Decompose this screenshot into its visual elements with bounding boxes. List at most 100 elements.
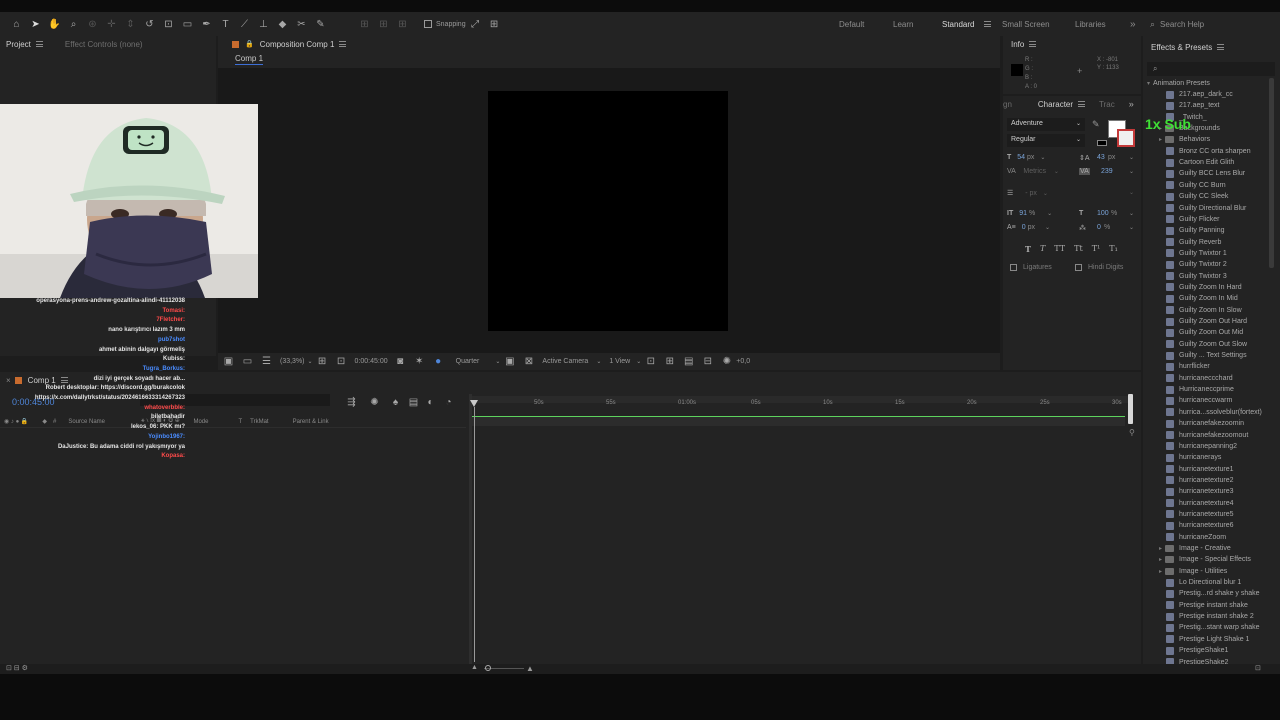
stroke-type-chevron-icon[interactable]: ⌄ (1129, 189, 1134, 196)
character-menu-icon[interactable] (1078, 101, 1086, 107)
effects-preset-item[interactable]: Guilty Twixtor 2 (1166, 259, 1227, 270)
info-menu-icon[interactable] (1029, 41, 1037, 47)
mask-visibility-icon[interactable]: ⊡ (335, 355, 348, 368)
pan-behind-tool-icon[interactable]: ⊡ (162, 18, 175, 31)
effects-menu-icon[interactable] (1217, 44, 1225, 50)
graph-editor-icon[interactable]: ◔ (442, 396, 455, 409)
workspace-small-screen[interactable]: Small Screen (1002, 12, 1050, 36)
zoom-in-icon[interactable]: ▲ (526, 664, 534, 673)
render-time-icons[interactable]: ⊡ ⊟ ⚙ (6, 664, 28, 672)
column-t[interactable]: T (238, 419, 242, 425)
effects-preset-item[interactable]: Guilty Directional Blur (1166, 203, 1246, 214)
effects-preset-item[interactable]: hurricanetexture1 (1166, 464, 1233, 475)
effects-preset-item[interactable]: hurricanetexture6 (1166, 520, 1233, 531)
vertical-scale-chevron-icon[interactable]: ⌄ (1047, 211, 1052, 217)
effects-folder[interactable]: ▸ Image - Special Effects (1159, 554, 1251, 565)
breadcrumb-comp[interactable]: Comp 1 (235, 54, 264, 65)
resolution-value[interactable]: Quarter (456, 358, 480, 365)
effects-preset-item[interactable]: hurricaneccchard (1166, 373, 1233, 384)
axis-local-icon[interactable]: ⊞ (358, 18, 371, 31)
new-item-icon[interactable]: ⊡ (1255, 664, 1261, 672)
layer-duration-bar[interactable] (472, 416, 1125, 426)
effects-preset-item[interactable]: 217.aep_text (1166, 100, 1219, 111)
type-tool-icon[interactable]: T (219, 18, 232, 31)
magnification-dropdown-icon[interactable]: ⌄ (308, 358, 313, 365)
superscript-button[interactable]: T¹ (1092, 244, 1101, 254)
timeline-toggle-icon[interactable]: ▤ (682, 355, 695, 368)
effects-preset-item[interactable]: Guilty Flicker (1166, 214, 1219, 225)
guides-icon[interactable]: ☰ (260, 355, 273, 368)
effects-preset-item[interactable]: Guilty Zoom Out Mid (1166, 327, 1243, 338)
effects-preset-item[interactable]: Cartoon Edit Glith (1166, 157, 1234, 168)
toggle-pixel-aspect-icon[interactable]: ⊡ (644, 355, 657, 368)
vertical-scale-value[interactable]: 91 (1019, 210, 1027, 217)
stroke-chevron-icon[interactable]: ⌄ (1043, 191, 1048, 197)
timeline-menu-icon[interactable] (60, 377, 68, 383)
workspace-libraries[interactable]: Libraries (1075, 12, 1106, 36)
exposure-value[interactable]: +0,0 (736, 358, 750, 365)
tsume-chevron-icon[interactable]: ⌄ (1129, 224, 1134, 231)
font-style-select[interactable]: Regular ⌄ (1007, 134, 1085, 147)
baseline-chevron-icon[interactable]: ⌄ (1045, 225, 1050, 231)
resolution-dropdown-icon[interactable]: ⌄ (495, 358, 500, 365)
horizontal-scale-chevron-icon[interactable]: ⌄ (1129, 210, 1134, 217)
color-channel-icon[interactable]: ● (432, 355, 445, 368)
snapping-checkbox[interactable] (424, 20, 432, 28)
hindi-digits-option[interactable]: Hindi Digits (1075, 264, 1123, 271)
effects-preset-item[interactable]: 217.aep_dark_cc (1166, 89, 1233, 100)
reset-exposure-icon[interactable]: ✺ (720, 355, 733, 368)
eraser-tool-icon[interactable]: ◆ (276, 18, 289, 31)
effects-preset-item[interactable]: Prestige instant shake 2 (1166, 611, 1254, 622)
composition-viewer[interactable] (218, 68, 1000, 353)
grid-icon[interactable]: ⊞ (316, 355, 329, 368)
rectangle-tool-icon[interactable]: ▭ (181, 18, 194, 31)
expand-triangle-icon[interactable]: ▸ (1159, 556, 1162, 563)
playhead-line[interactable] (474, 407, 475, 662)
home-icon[interactable]: ⌂ (10, 18, 23, 31)
pan-camera-icon[interactable]: ✛ (105, 18, 118, 31)
effects-preset-item[interactable]: Guilty Zoom In Slow (1166, 305, 1242, 316)
timeline-nav-icon[interactable]: ⚲ (1129, 428, 1135, 437)
pen-tool-icon[interactable]: ✒ (200, 18, 213, 31)
tab-align[interactable]: gn (1003, 100, 1012, 109)
view-layout-value[interactable]: 1 View (609, 358, 630, 365)
panel-overflow-icon[interactable]: » (1129, 99, 1134, 109)
shy-layers-icon[interactable]: ♠ (389, 396, 402, 409)
kerning-chevron-icon[interactable]: ⌄ (1054, 169, 1059, 175)
effects-preset-item[interactable]: hurricanetexture4 (1166, 498, 1233, 509)
orbit-camera-icon[interactable]: ⊛ (86, 18, 99, 31)
time-ruler[interactable]: 50s 55s 01:00s 05s 10s 15s 20s 25s 30s (472, 400, 1128, 412)
hand-tool-icon[interactable]: ✋ (48, 18, 61, 31)
effects-preset-item[interactable]: Prestige instant shake (1166, 600, 1248, 611)
lock-icon[interactable]: 🔒 (245, 40, 254, 48)
workspace-standard[interactable]: Standard (942, 12, 974, 36)
effects-preset-item[interactable]: hurricanefakezoomin (1166, 418, 1244, 429)
expand-triangle-icon[interactable]: ▸ (1159, 545, 1162, 552)
brush-tool-icon[interactable]: ⟋ (238, 18, 251, 31)
subscript-button[interactable]: T₁ (1109, 244, 1118, 254)
column-parent[interactable]: Parent & Link (293, 419, 329, 425)
column-source-name[interactable]: Source Name (68, 419, 105, 425)
effects-preset-item[interactable]: hurricanetexture5 (1166, 509, 1233, 520)
leading-value[interactable]: 43 (1097, 154, 1105, 161)
close-tab-icon[interactable]: × (6, 376, 11, 385)
zoom-slider-thumb[interactable] (485, 665, 491, 671)
workspace-menu-icon[interactable] (979, 12, 991, 36)
effects-preset-item[interactable]: PrestigeShake1 (1166, 645, 1228, 656)
hindi-digits-checkbox[interactable] (1075, 264, 1082, 271)
font-family-select[interactable]: Adventure ⌄ (1007, 118, 1085, 131)
effects-preset-item[interactable]: Guilty ... Text Settings (1166, 350, 1247, 361)
view-layout-dropdown-icon[interactable]: ⌄ (636, 358, 641, 365)
dolly-camera-icon[interactable]: ⇕ (124, 18, 137, 31)
preview-settings-icon[interactable]: ▣ (222, 355, 235, 368)
magnification-value[interactable]: (33,3%) (280, 358, 305, 365)
effects-preset-item[interactable]: Bronz CC orta sharpen (1166, 146, 1251, 157)
faux-italic-button[interactable]: T (1040, 244, 1045, 254)
workspace-learn[interactable]: Learn (893, 12, 913, 36)
axis-view-icon[interactable]: ⊞ (396, 18, 409, 31)
effects-preset-item[interactable]: Prestig...rd shake y shake (1166, 588, 1260, 599)
tab-project[interactable]: Project (6, 40, 31, 49)
timeline-tab[interactable]: Comp 1 (28, 376, 56, 385)
tab-effect-controls[interactable]: Effect Controls (none) (65, 40, 143, 49)
workspaces-overflow-icon[interactable]: » (1130, 12, 1136, 36)
